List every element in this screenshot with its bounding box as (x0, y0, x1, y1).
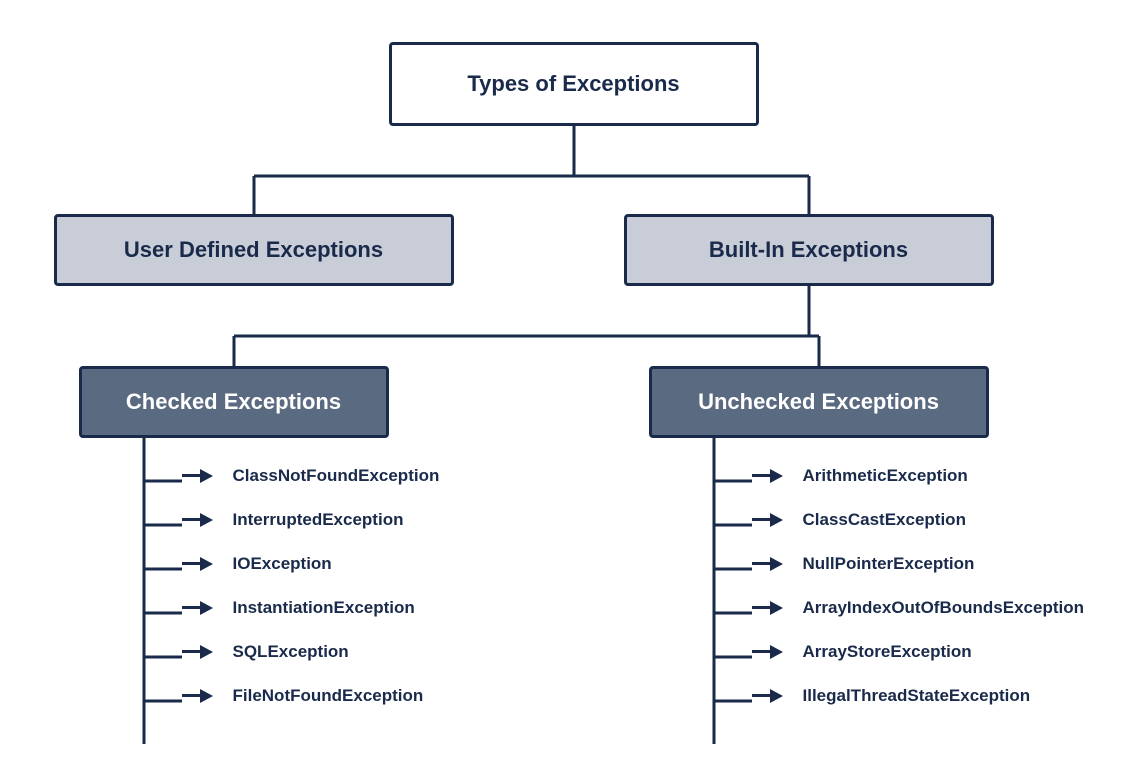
user-defined-node: User Defined Exceptions (54, 214, 454, 286)
uarrow-4 (752, 645, 793, 659)
root-node: Types of Exceptions (389, 42, 759, 126)
checked-item-5: FileNotFoundException (182, 686, 424, 706)
arrow-5 (182, 689, 223, 703)
checked-item-2: IOException (182, 554, 332, 574)
arrow-0 (182, 469, 223, 483)
arrow-2 (182, 557, 223, 571)
unchecked-item-1: ClassCastException (752, 510, 966, 530)
uarrow-1 (752, 513, 793, 527)
uarrow-5 (752, 689, 793, 703)
user-defined-label: User Defined Exceptions (124, 237, 383, 263)
checked-item-3: InstantiationException (182, 598, 415, 618)
unchecked-item-5: IllegalThreadStateException (752, 686, 1031, 706)
unchecked-item-2: NullPointerException (752, 554, 975, 574)
checked-item-0: ClassNotFoundException (182, 466, 440, 486)
checked-item-4: SQLException (182, 642, 349, 662)
unchecked-item-0: ArithmeticException (752, 466, 968, 486)
unchecked-node: Unchecked Exceptions (649, 366, 989, 438)
checked-label: Checked Exceptions (126, 389, 341, 415)
uarrow-2 (752, 557, 793, 571)
arrow-1 (182, 513, 223, 527)
checked-node: Checked Exceptions (79, 366, 389, 438)
arrow-4 (182, 645, 223, 659)
uarrow-3 (752, 601, 793, 615)
unchecked-item-3: ArrayIndexOutOfBoundsException (752, 598, 1084, 618)
builtin-node: Built-In Exceptions (624, 214, 994, 286)
checked-item-1: InterruptedException (182, 510, 404, 530)
root-label: Types of Exceptions (467, 71, 679, 97)
unchecked-label: Unchecked Exceptions (698, 389, 939, 415)
uarrow-0 (752, 469, 793, 483)
unchecked-item-4: ArrayStoreException (752, 642, 972, 662)
builtin-label: Built-In Exceptions (709, 237, 908, 263)
arrow-3 (182, 601, 223, 615)
diagram: Types of Exceptions User Defined Excepti… (24, 14, 1124, 764)
